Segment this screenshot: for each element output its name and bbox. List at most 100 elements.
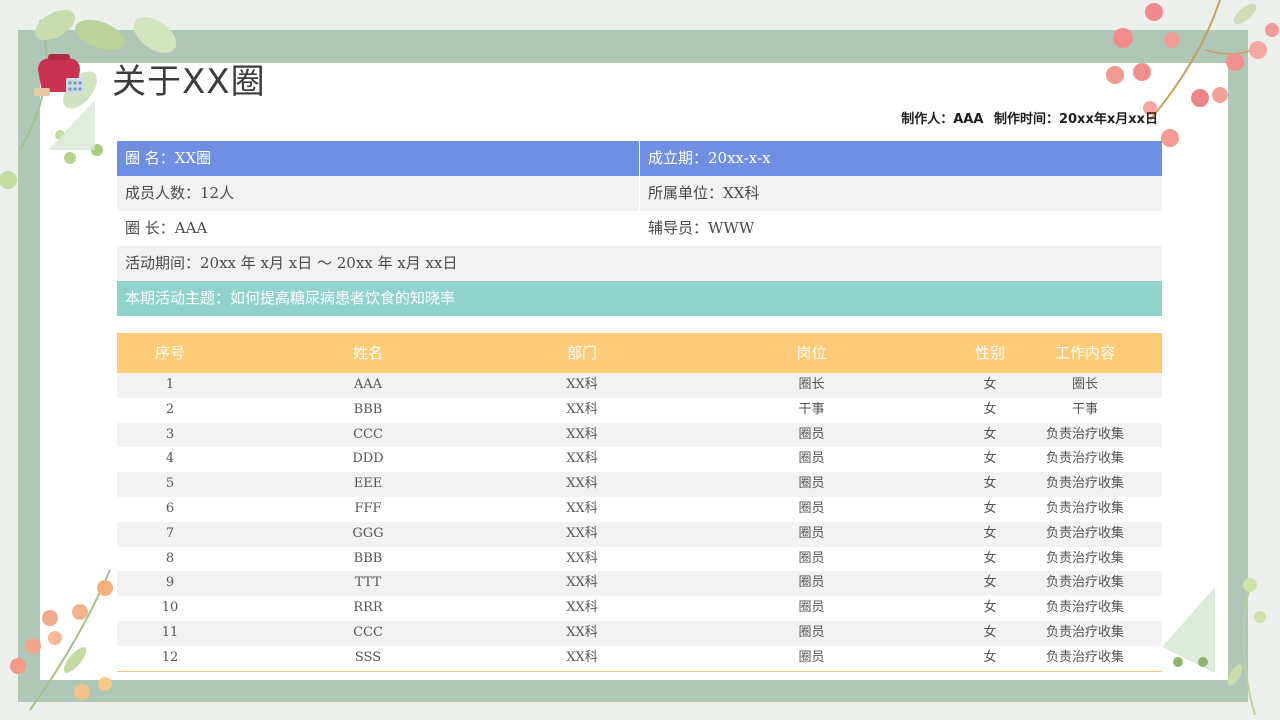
row-department-cell: XX科 (566, 401, 598, 417)
row-name-cell: BBB (353, 401, 383, 417)
row-position-cell: 圈员 (798, 500, 825, 516)
row-index-cell: 5 (165, 476, 175, 492)
row-position-cell: 圈员 (798, 600, 825, 616)
row-duty-cell: 负责治疗收集 (1045, 624, 1124, 640)
row-duty-cell: 负责治疗收集 (1045, 649, 1124, 665)
row-position-cell: 干事 (798, 401, 825, 417)
row-name-cell: RRR (353, 600, 383, 616)
row-position-cell: 圈员 (798, 575, 825, 591)
row-index-cell: 9 (165, 575, 175, 591)
row-duty-cell: 负责治疗收集 (1045, 550, 1124, 566)
row-position-cell: 圈长 (798, 377, 825, 392)
row-position-cell: 圈员 (798, 550, 825, 566)
leader-cell: 圈 长：AAA (125, 219, 208, 237)
row-gender-cell: 女 (983, 426, 997, 442)
header-index: 序号 (154, 344, 185, 362)
row-position-cell: 圈员 (798, 624, 825, 640)
info-row-members: 成员人数：12人 所属单位：XX科 (117, 176, 1162, 211)
row-gender-cell: 女 (983, 500, 997, 516)
row-name-cell: CCC (353, 624, 383, 640)
table-row: 12 SSS XX科 圈员 女 负责治疗收集 (117, 645, 1162, 671)
table-row: 1 AAA XX科 圈长 女 圈长 (117, 373, 1162, 398)
unit-cell: 所属单位：XX科 (639, 176, 1162, 211)
row-department-cell: XX科 (566, 575, 598, 591)
table-row: 5 EEE XX科 圈员 女 负责治疗收集 (117, 472, 1162, 497)
table-row: 8 BBB XX科 圈员 女 负责治疗收集 (117, 546, 1162, 572)
header-position: 岗位 (796, 344, 827, 362)
row-gender-cell: 女 (983, 401, 997, 417)
row-position-cell: 圈员 (798, 476, 825, 492)
row-index-cell: 6 (165, 500, 175, 516)
row-index-cell: 4 (165, 451, 175, 467)
advisor-cell: 辅导员：WWW (639, 211, 1162, 246)
row-department-cell: XX科 (566, 600, 598, 616)
row-gender-cell: 女 (983, 550, 997, 566)
header-name: 姓名 (352, 344, 383, 362)
row-gender-cell: 女 (983, 476, 997, 492)
members-table-body: 1 AAA XX科 圈长女圈长 2 BBB XX科 干事女干事 3 CCC XX科 圈员女负责治疗收集… (117, 373, 1162, 672)
row-name-cell: DDD (352, 451, 384, 467)
members-table-header: 序号 姓名 部门 岗位 性别 工作内容 (117, 333, 1162, 373)
row-duty-cell: 负责治疗收集 (1045, 575, 1124, 591)
row-name-cell: FFF (354, 500, 382, 516)
info-row-theme: 本期活动主题：如何提高糖尿病患者饮食的知晓率 (117, 281, 1162, 316)
header-department: 部门 (566, 344, 597, 362)
row-position-cell: 圈员 (798, 426, 825, 442)
row-department-cell: XX科 (566, 550, 598, 566)
row-department-cell: XX科 (566, 500, 598, 516)
row-duty-cell: 负责治疗收集 (1045, 426, 1124, 442)
row-index-cell: 12 (161, 649, 179, 665)
row-department-cell: XX科 (566, 476, 598, 492)
row-duty-cell: 干事 (1071, 401, 1098, 417)
row-index-cell: 2 (165, 401, 175, 417)
page-title: 关于XX圈 (112, 62, 266, 102)
maker-label: 制作人：AAA (901, 112, 984, 127)
row-name-cell: CCC (353, 426, 383, 442)
row-gender-cell: 女 (983, 525, 997, 541)
table-row: 11 CCC XX科 圈员 女 负责治疗收集 (117, 620, 1162, 646)
row-duty-cell: 负责治疗收集 (1045, 451, 1124, 467)
row-gender-cell: 女 (983, 649, 997, 665)
row-position-cell: 圈员 (798, 451, 825, 467)
row-name-cell: SSS (354, 649, 382, 665)
row-position-cell: 圈员 (798, 649, 825, 665)
table-row: 6 FFF XX科 圈员 女 负责治疗收集 (117, 496, 1162, 522)
info-row-period: 活动期间：20xx 年 x月 x日 ～ 20xx 年 x月 xx日 (117, 246, 1162, 281)
table-row: 3 CCC XX科 圈员 女 负责治疗收集 (117, 422, 1162, 448)
row-gender-cell: 女 (983, 377, 997, 392)
row-gender-cell: 女 (983, 575, 997, 591)
row-index-cell: 7 (165, 525, 175, 541)
table-row: 4 DDD XX科 圈员 女 负责治疗收集 (117, 447, 1162, 473)
row-name-cell: TTT (354, 575, 382, 591)
header-gender: 性别 (974, 344, 1005, 362)
row-duty-cell: 负责治疗收集 (1045, 500, 1124, 516)
header-duty: 工作内容 (1054, 344, 1115, 362)
row-department-cell: XX科 (566, 451, 598, 467)
row-name-cell: AAA (353, 377, 383, 392)
corner-leaf-decoration (1162, 578, 1266, 716)
founded-date-cell: 成立期：20xx-x-x (639, 141, 1162, 176)
row-duty-cell: 负责治疗收集 (1045, 600, 1124, 616)
activity-period-cell: 活动期间：20xx 年 x月 x日 ～ 20xx 年 x月 xx日 (125, 254, 458, 272)
row-position-cell: 圈员 (798, 525, 825, 541)
row-gender-cell: 女 (983, 451, 997, 467)
row-index-cell: 1 (165, 377, 175, 392)
row-index-cell: 3 (165, 426, 175, 442)
credits-line: 制作人：AAA 制作时间：20xx年x月xx日 (880, 108, 1158, 127)
row-gender-cell: 女 (983, 600, 997, 616)
row-department-cell: XX科 (566, 649, 598, 665)
row-duty-cell: 负责治疗收集 (1045, 525, 1124, 541)
row-index-cell: 10 (161, 600, 179, 616)
row-department-cell: XX科 (566, 377, 598, 392)
member-count-cell: 成员人数：12人 (125, 184, 235, 202)
row-index-cell: 11 (161, 624, 179, 640)
table-row: 7 GGG XX科 圈员 女 负责治疗收集 (117, 521, 1162, 547)
table-row: 10 RRR XX科 圈员 女 负责治疗收集 (117, 596, 1162, 621)
row-name-cell: BBB (353, 550, 383, 566)
row-department-cell: XX科 (566, 525, 598, 541)
activity-theme-cell: 本期活动主题：如何提高糖尿病患者饮食的知晓率 (125, 289, 456, 307)
table-row: 2 BBB XX科 干事 女 干事 (117, 397, 1162, 423)
circle-info-table: 圈 名：XX圈 成立期：20xx-x-x 成员人数：12人 所属单位：XX科 圈… (117, 141, 1162, 316)
info-row-leader: 圈 长：AAA 辅导员：WWW (117, 211, 1162, 246)
row-gender-cell: 女 (983, 624, 997, 640)
